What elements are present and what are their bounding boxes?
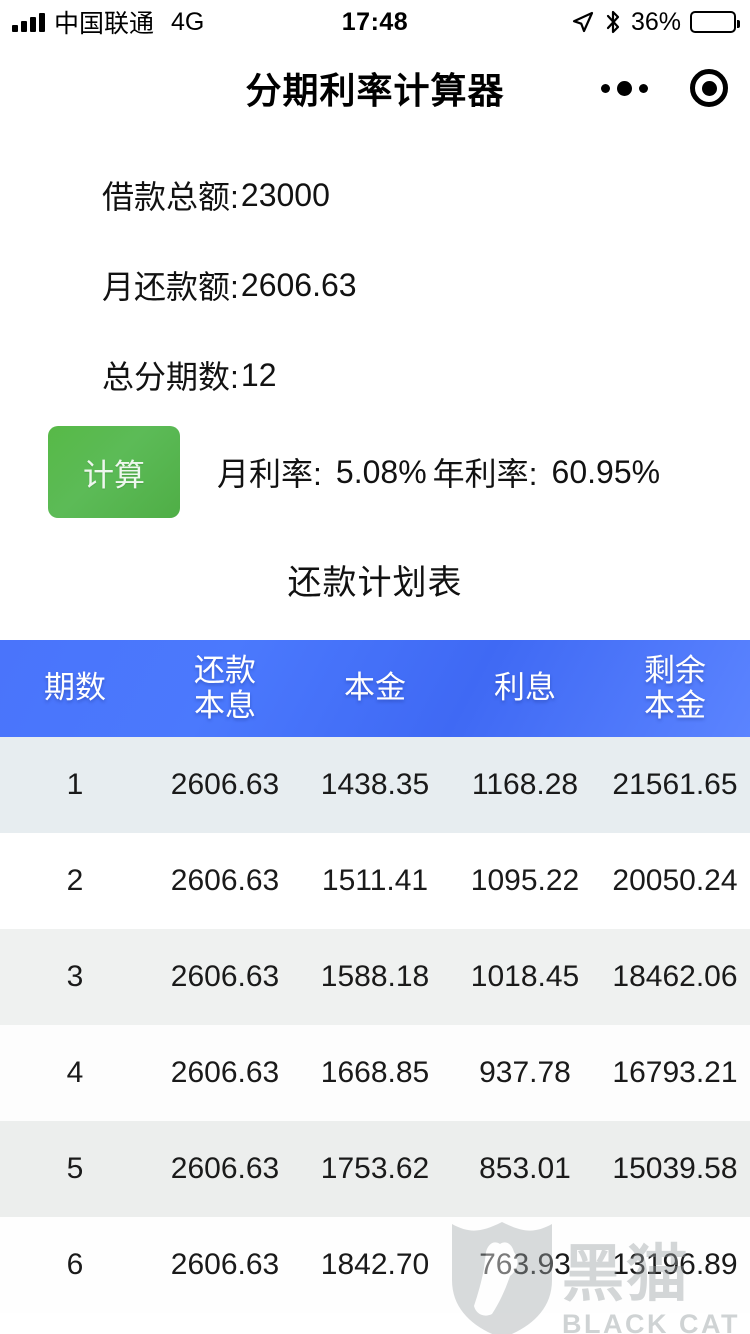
column-header-remaining: 剩余 本金 (644, 652, 706, 723)
cell-principal: 1438.35 (320, 768, 430, 801)
repayment-schedule-table: 期数 还款 本息 本金 利息 剩余 本金 1 2606.63 1438.35 1… (0, 640, 750, 1313)
cell-period: 1 (66, 768, 84, 801)
column-header-principal: 本金 (344, 670, 406, 706)
cell-period: 6 (66, 1248, 84, 1281)
field-monthly-payment-label: 月还款额: (102, 269, 239, 305)
cell-interest: 1018.45 (470, 960, 580, 993)
status-bar: 中国联通 4G 17:48 36% (0, 0, 750, 44)
loan-input-form: 借款总额: 23000 月还款额: 2606.63 总分期数: 12 (0, 150, 750, 420)
nav-bar: 分期利率计算器 (0, 44, 750, 132)
table-row[interactable]: 5 2606.63 1753.62 853.01 15039.58 (0, 1121, 750, 1217)
cell-payment: 2606.63 (170, 768, 280, 801)
cell-remaining: 21561.65 (612, 768, 738, 801)
cell-period: 5 (66, 1152, 84, 1185)
more-dots-icon[interactable] (601, 80, 648, 96)
cell-remaining: 16793.21 (612, 1056, 738, 1089)
table-header-row: 期数 还款 本息 本金 利息 剩余 本金 (0, 640, 750, 737)
cell-payment: 2606.63 (170, 1248, 280, 1281)
column-header-period: 期数 (44, 670, 106, 706)
cell-interest: 763.93 (479, 1248, 571, 1281)
field-total-loan-value[interactable]: 23000 (241, 177, 330, 214)
cell-principal: 1511.41 (321, 864, 429, 897)
cell-principal: 1668.85 (320, 1056, 430, 1089)
cell-payment: 2606.63 (170, 864, 280, 897)
field-monthly-payment-value[interactable]: 2606.63 (241, 267, 357, 304)
field-total-periods-label: 总分期数: (102, 359, 239, 395)
calculate-button[interactable]: 计算 (48, 426, 180, 518)
field-total-periods-value[interactable]: 12 (241, 357, 277, 394)
target-circle-icon[interactable] (690, 69, 728, 107)
cell-period: 4 (66, 1056, 84, 1089)
table-row[interactable]: 2 2606.63 1511.41 1095.22 20050.24 (0, 833, 750, 929)
cell-payment: 2606.63 (170, 960, 280, 993)
monthly-rate-label: 月利率: (217, 456, 322, 492)
table-row[interactable]: 1 2606.63 1438.35 1168.28 21561.65 (0, 737, 750, 833)
cell-remaining: 18462.06 (612, 960, 738, 993)
column-header-interest: 利息 (494, 670, 556, 706)
cell-period: 2 (66, 864, 84, 897)
status-bar-clock: 17:48 (341, 7, 409, 36)
cell-interest: 853.01 (479, 1152, 571, 1185)
column-header-payment: 还款 本息 (194, 652, 256, 723)
field-monthly-payment[interactable]: 月还款额: 2606.63 (0, 240, 750, 330)
table-row[interactable]: 4 2606.63 1668.85 937.78 16793.21 (0, 1025, 750, 1121)
field-total-loan-label: 借款总额: (102, 179, 239, 215)
field-total-periods[interactable]: 总分期数: 12 (0, 330, 750, 420)
cell-principal: 1588.18 (320, 960, 430, 993)
cell-remaining: 13196.89 (612, 1248, 738, 1281)
cell-remaining: 15039.58 (612, 1152, 738, 1185)
cell-interest: 1168.28 (471, 768, 579, 801)
action-row: 计算 月利率: 5.08% 年利率: 60.95% (0, 424, 750, 520)
miniprogram-capsule (601, 69, 728, 107)
cell-interest: 1095.22 (470, 864, 580, 897)
cell-period: 3 (66, 960, 84, 993)
cell-principal: 1753.62 (320, 1152, 430, 1185)
cell-payment: 2606.63 (170, 1152, 280, 1185)
annual-rate-value: 60.95% (551, 453, 661, 490)
schedule-title: 还款计划表 (287, 564, 463, 602)
rate-results: 月利率: 5.08% 年利率: 60.95% (217, 449, 660, 495)
annual-rate-label: 年利率: (432, 456, 538, 492)
cell-principal: 1842.70 (320, 1248, 430, 1281)
cell-payment: 2606.63 (170, 1056, 280, 1089)
cell-remaining: 20050.24 (612, 864, 738, 897)
battery-icon (690, 11, 740, 33)
app-screen: 中国联通 4G 17:48 36% 分期利率计算器 借款总额: 23000 月还… (0, 0, 750, 1334)
cell-interest: 937.78 (479, 1056, 571, 1089)
monthly-rate-value: 5.08% (335, 453, 427, 490)
table-row[interactable]: 6 2606.63 1842.70 763.93 13196.89 (0, 1217, 750, 1313)
field-total-loan[interactable]: 借款总额: 23000 (0, 150, 750, 240)
table-row[interactable]: 3 2606.63 1588.18 1018.45 18462.06 (0, 929, 750, 1025)
